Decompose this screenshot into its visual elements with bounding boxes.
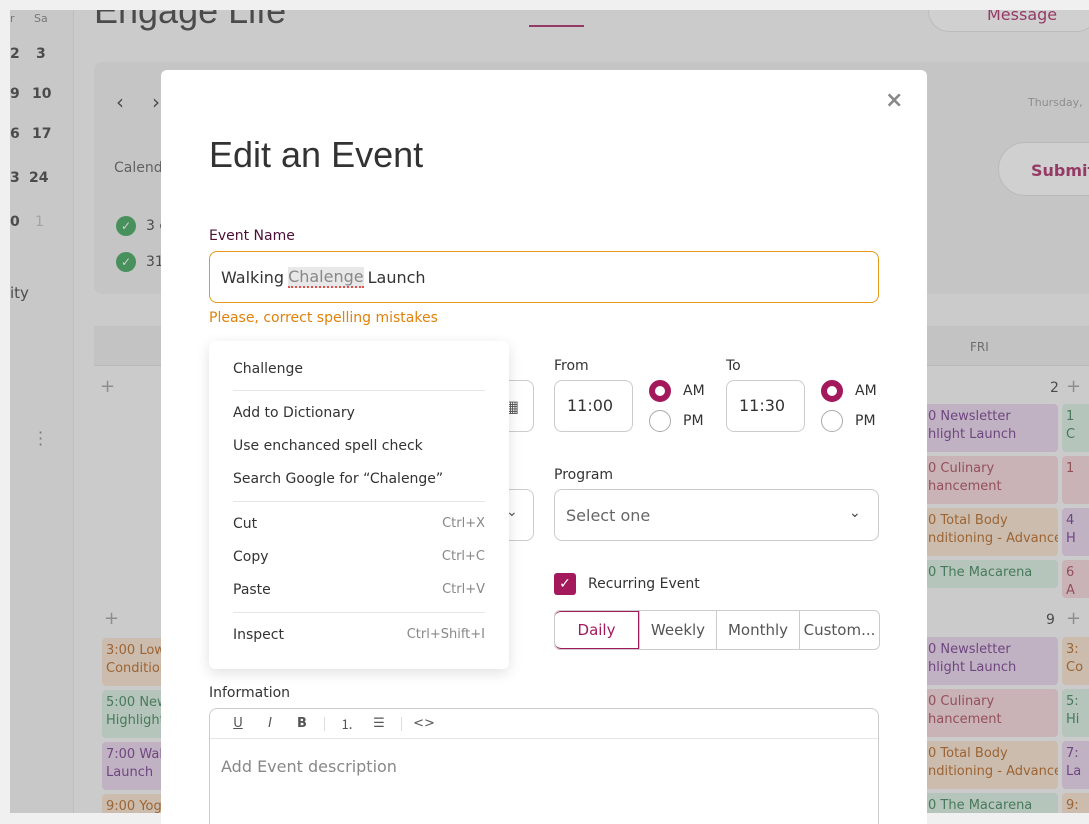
menu-divider: [233, 501, 485, 502]
to-label: To: [726, 358, 741, 374]
bold-icon[interactable]: B: [286, 716, 318, 731]
menu-item-label: Paste: [233, 582, 271, 598]
menu-item-label: Cut: [233, 516, 258, 532]
menu-item-enhanced-spell[interactable]: Use enchanced spell check: [233, 438, 485, 460]
to-am-label: AM: [855, 383, 877, 399]
recurrence-weekly[interactable]: Weekly: [639, 611, 716, 649]
recurring-checkbox[interactable]: ✓: [554, 573, 576, 595]
to-pm-radio[interactable]: [821, 410, 843, 432]
menu-item-label: Use enchanced spell check: [233, 438, 423, 454]
ordered-list-icon[interactable]: ⒈: [331, 714, 363, 733]
modal-title: Edit an Event: [209, 134, 424, 175]
event-name-word: Launch: [367, 267, 426, 287]
misspelled-word[interactable]: Chalenge: [288, 266, 364, 288]
menu-item-copy[interactable]: Copy Ctrl+C: [233, 549, 485, 571]
chevron-down-icon: ⌄: [849, 505, 861, 521]
description-editor[interactable]: U I B ⒈ ☰ <> Add Event description: [209, 708, 879, 824]
code-icon[interactable]: <>: [408, 716, 440, 731]
editor-toolbar: U I B ⒈ ☰ <>: [210, 709, 878, 739]
menu-item-suggestion[interactable]: Challenge: [233, 361, 485, 383]
menu-item-label: Search Google for “Chalenge”: [233, 471, 444, 487]
menu-item-add-dictionary[interactable]: Add to Dictionary: [233, 405, 485, 427]
menu-item-shortcut: Ctrl+X: [442, 516, 485, 531]
event-name-label: Event Name: [209, 228, 295, 244]
menu-divider: [233, 612, 485, 613]
menu-item-shortcut: Ctrl+V: [442, 582, 485, 597]
information-label: Information: [209, 685, 291, 701]
to-time-input[interactable]: 11:30: [726, 380, 805, 432]
program-placeholder: Select one: [566, 506, 651, 525]
menu-item-label: Inspect: [233, 627, 284, 643]
spelling-error-text: Please, correct spelling mistakes: [209, 310, 438, 326]
bullet-list-icon[interactable]: ☰: [363, 716, 395, 731]
menu-item-search-google[interactable]: Search Google for “Chalenge”: [233, 471, 485, 493]
recurrence-segmented-control: Daily Weekly Monthly Custom...: [554, 610, 880, 650]
menu-item-cut[interactable]: Cut Ctrl+X: [233, 516, 485, 538]
from-pm-label: PM: [683, 413, 704, 429]
from-am-label: AM: [683, 383, 705, 399]
menu-item-shortcut: Ctrl+C: [441, 549, 485, 564]
context-menu: Challenge Add to Dictionary Use enchance…: [209, 341, 509, 669]
recurrence-daily[interactable]: Daily: [555, 611, 639, 649]
recurring-label: Recurring Event: [588, 576, 700, 592]
menu-item-inspect[interactable]: Inspect Ctrl+Shift+I: [233, 627, 485, 649]
event-name-word: Walking: [221, 267, 285, 287]
menu-item-label: Add to Dictionary: [233, 405, 355, 421]
program-label: Program: [554, 467, 614, 483]
toolbar-divider: [324, 716, 325, 731]
underline-icon[interactable]: U: [222, 716, 254, 731]
menu-item-shortcut: Ctrl+Shift+I: [406, 627, 485, 642]
from-pm-radio[interactable]: [649, 410, 671, 432]
menu-item-paste[interactable]: Paste Ctrl+V: [233, 582, 485, 604]
toolbar-divider: [401, 716, 402, 731]
program-select[interactable]: Select one ⌄: [554, 489, 879, 541]
recurrence-monthly[interactable]: Monthly: [716, 611, 799, 649]
from-am-radio[interactable]: [649, 380, 671, 402]
menu-item-label: Copy: [233, 549, 269, 565]
event-name-input[interactable]: Walking Chalenge Launch: [209, 251, 879, 303]
recurrence-custom[interactable]: Custom...: [799, 611, 879, 649]
to-pm-label: PM: [855, 413, 876, 429]
description-placeholder: Add Event description: [221, 757, 397, 776]
menu-divider: [233, 390, 485, 391]
italic-icon[interactable]: I: [254, 716, 286, 731]
menu-item-label: Challenge: [233, 361, 303, 377]
from-time-input[interactable]: 11:00: [554, 380, 633, 432]
close-icon[interactable]: ×: [885, 88, 903, 113]
from-label: From: [554, 358, 589, 374]
to-am-radio[interactable]: [821, 380, 843, 402]
